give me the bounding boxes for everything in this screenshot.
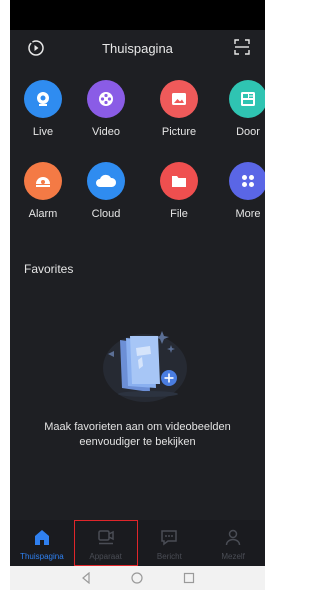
empty-message-line: eenvoudiger te bekijken [79, 436, 196, 448]
folder-icon [160, 162, 198, 200]
app-door[interactable]: Door [218, 80, 265, 138]
app-label: Door [236, 126, 260, 138]
app-video[interactable]: Video [76, 80, 136, 138]
empty-favorites-message: Maak favorieten aan om videobeelden eenv… [10, 420, 265, 450]
tab-mezelf[interactable]: Mezelf [201, 520, 265, 566]
home-icon [34, 530, 49, 545]
app-live[interactable]: Live [13, 80, 73, 138]
tab-label: Bericht [156, 552, 182, 561]
alarm-icon [24, 162, 62, 200]
app-label: More [235, 208, 261, 220]
cloud-icon [87, 162, 125, 200]
app-label: Cloud [91, 208, 121, 220]
app-cloud[interactable]: Cloud [76, 162, 136, 220]
door-panel-icon [229, 80, 265, 118]
app-label: File [170, 208, 188, 220]
empty-message-line: Maak favorieten aan om videobeelden [44, 421, 231, 433]
scan-qr-icon[interactable] [234, 39, 250, 55]
tab-bericht[interactable]: Bericht [138, 520, 202, 566]
app-label: Video [92, 126, 120, 138]
app-picture[interactable]: Picture [149, 80, 209, 138]
more-grid-icon [229, 162, 265, 200]
header: Thuispagina [10, 30, 265, 66]
device-camera-icon [97, 530, 114, 545]
tab-label: Thuispagina [20, 552, 64, 561]
recents-icon[interactable] [183, 572, 195, 584]
system-nav-bar [10, 566, 265, 590]
phone-screen: Thuispagina Live Video Picture Door Alar… [10, 0, 265, 590]
tab-label: Apparaat [89, 552, 122, 561]
favorites-title: Favorites [24, 262, 74, 276]
person-icon [225, 529, 241, 546]
app-label: Live [32, 126, 54, 138]
app-label: Picture [161, 126, 197, 138]
app-file[interactable]: File [149, 162, 209, 220]
app-more[interactable]: More [218, 162, 265, 220]
app-alarm[interactable]: Alarm [13, 162, 73, 220]
empty-favorites-illustration [103, 331, 187, 402]
film-reel-icon [87, 80, 125, 118]
home-circle-icon[interactable] [131, 572, 144, 584]
tab-apparaat[interactable]: Apparaat [73, 520, 138, 566]
page-title: Thuispagina [102, 40, 173, 56]
bottom-tab-bar: Thuispagina Apparaat Bericht Mezelf [10, 520, 265, 566]
message-icon [161, 530, 178, 546]
history-playback-icon[interactable] [27, 39, 45, 57]
back-icon[interactable] [80, 572, 92, 584]
camera-icon [24, 80, 62, 118]
tab-thuispagina[interactable]: Thuispagina [10, 520, 74, 566]
app-label: Alarm [28, 208, 58, 220]
picture-icon [160, 80, 198, 118]
status-bar [10, 0, 265, 30]
tab-label: Mezelf [221, 552, 245, 561]
